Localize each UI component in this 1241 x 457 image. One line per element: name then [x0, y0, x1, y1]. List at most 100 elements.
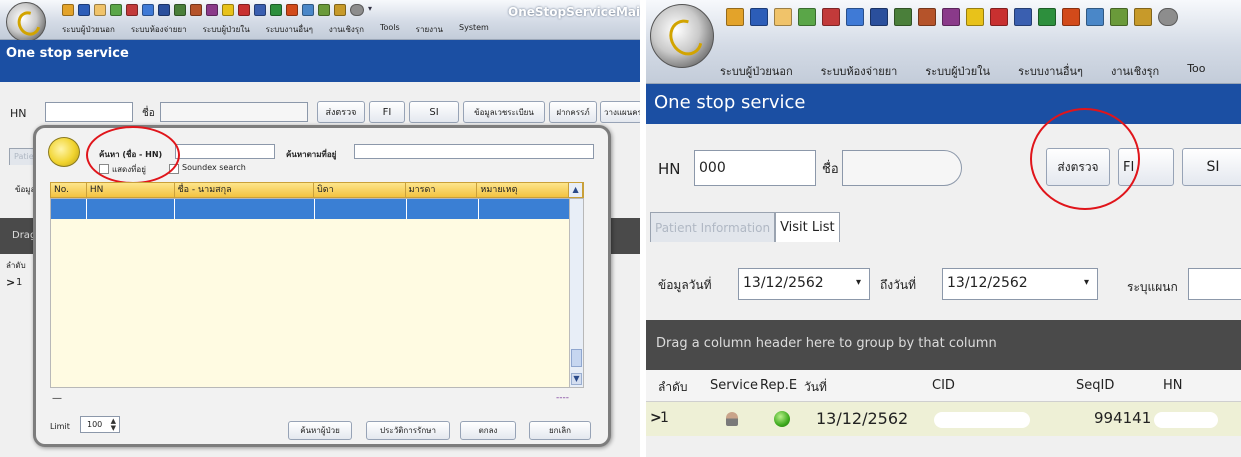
tool-icon[interactable] [62, 4, 74, 16]
chevron-down-icon[interactable]: ▾ [368, 4, 376, 16]
tool-icon[interactable] [1038, 8, 1056, 26]
column-header-mother[interactable]: มารดา [406, 183, 478, 197]
tool-icon[interactable] [222, 4, 234, 16]
stepper-arrows-icon[interactable]: ▲ ▼ [111, 418, 116, 432]
menu-item[interactable]: งานเชิงรุก [329, 23, 364, 36]
tool-icon[interactable] [942, 8, 960, 26]
menu-item[interactable]: ระบบห้องจ่ายยา [821, 62, 898, 80]
menu-item[interactable]: รายงาน [416, 23, 443, 36]
si-button[interactable]: SI [1182, 148, 1241, 186]
tool-icon[interactable] [774, 8, 792, 26]
tool-icon[interactable] [174, 4, 186, 16]
menu-item[interactable]: ระบบผู้ป่วยใน [203, 23, 250, 36]
menu-item[interactable]: System [459, 23, 489, 36]
tool-icon[interactable] [302, 4, 314, 16]
column-header-rep-e[interactable]: Rep.E [760, 378, 797, 393]
tool-icon[interactable] [726, 8, 744, 26]
tool-icon[interactable] [750, 8, 768, 26]
cancel-button[interactable]: ยกเลิก [529, 421, 591, 440]
column-header-seqid[interactable]: SeqID [1076, 378, 1114, 393]
menu-item[interactable]: Too [1187, 62, 1205, 80]
antenatal-button[interactable]: ฝากครรภ์ [549, 101, 597, 123]
tool-icon[interactable] [78, 4, 90, 16]
vertical-scrollbar[interactable]: ▼ [569, 199, 583, 387]
tool-icon[interactable] [870, 8, 888, 26]
send-exam-button[interactable]: ส่งตรวจ [317, 101, 365, 123]
tool-icon[interactable] [846, 8, 864, 26]
row-number[interactable]: 1 [16, 277, 22, 288]
show-address-checkbox[interactable] [99, 164, 109, 174]
tool-icon[interactable] [990, 8, 1008, 26]
ok-button[interactable]: ตกลง [460, 421, 516, 440]
chevron-down-icon[interactable]: ▾ [856, 277, 861, 288]
tool-icon[interactable] [190, 4, 202, 16]
column-header-hn[interactable]: HN [1163, 378, 1183, 393]
department-select[interactable] [1188, 268, 1241, 300]
column-header-order[interactable]: ลำดับ [658, 378, 688, 397]
name-field[interactable] [160, 102, 308, 122]
tool-icon[interactable] [126, 4, 138, 16]
send-exam-button[interactable]: ส่งตรวจ [1046, 148, 1110, 186]
table-row[interactable]: > 1 13/12/2562 994141 [646, 402, 1241, 436]
tool-icon[interactable] [142, 4, 154, 16]
search-name-hn-input[interactable] [175, 144, 275, 159]
tool-icon[interactable] [334, 4, 346, 16]
home-icon[interactable] [1062, 8, 1080, 26]
tool-icon[interactable] [110, 4, 122, 16]
column-header-remark[interactable]: หมายเหตุ [477, 183, 570, 197]
menu-item[interactable]: ระบบงานอื่นๆ [1018, 62, 1083, 80]
column-header-fullname[interactable]: ชื่อ - นามสกุล [175, 183, 315, 197]
tool-icon[interactable] [1014, 8, 1032, 26]
home-icon[interactable] [286, 4, 298, 16]
tool-icon[interactable] [918, 8, 936, 26]
tool-icon[interactable] [270, 4, 282, 16]
limit-stepper[interactable]: 100 ▲ ▼ [80, 416, 120, 433]
table-row[interactable] [51, 199, 571, 219]
fi-button[interactable]: FI [369, 101, 405, 123]
column-header-date[interactable]: วันที่ [804, 378, 827, 397]
chevron-down-icon[interactable]: ▾ [1084, 277, 1089, 288]
tool-icon[interactable] [238, 4, 250, 16]
tool-icon[interactable] [94, 4, 106, 16]
hn-field[interactable] [45, 102, 133, 122]
address-search-input[interactable] [354, 144, 594, 159]
tool-icon[interactable] [206, 4, 218, 16]
column-header-service[interactable]: Service [710, 378, 758, 393]
scroll-up-icon[interactable]: ▲ [569, 183, 584, 197]
menu-item[interactable]: ระบบห้องจ่ายยา [131, 23, 187, 36]
tool-icon[interactable] [1086, 8, 1104, 26]
menu-item[interactable]: ระบบงานอื่นๆ [266, 23, 313, 36]
tab-visit-list[interactable]: Visit List [775, 212, 840, 242]
name-field[interactable] [842, 150, 962, 186]
tool-icon[interactable] [1110, 8, 1128, 26]
fi-button[interactable]: FI [1118, 148, 1174, 186]
soundex-checkbox[interactable] [169, 164, 179, 174]
menu-item[interactable]: ระบบผู้ป่วยนอก [62, 23, 115, 36]
planning-button[interactable]: วางแผนคร [600, 101, 640, 123]
tool-icon[interactable] [894, 8, 912, 26]
hn-field[interactable]: 000 [694, 150, 816, 186]
column-header-hn[interactable]: HN [87, 183, 175, 197]
si-button[interactable]: SI [409, 101, 459, 123]
treatment-history-button[interactable]: ประวัติการรักษา [366, 421, 450, 440]
tool-icon[interactable] [350, 4, 364, 16]
menu-item[interactable]: ระบบผู้ป่วยนอก [720, 62, 793, 80]
column-header-father[interactable]: บิดา [314, 183, 406, 197]
menu-item[interactable]: Tools [380, 23, 400, 36]
to-date-picker[interactable]: 13/12/2562 ▾ [942, 268, 1098, 300]
menu-item[interactable]: ระบบผู้ป่วยใน [925, 62, 990, 80]
medical-record-button[interactable]: ข้อมูลเวชระเบียน [463, 101, 545, 123]
scroll-down-icon[interactable]: ▼ [571, 373, 582, 385]
menu-item[interactable]: งานเชิงรุก [1111, 62, 1159, 80]
tab-patient-information[interactable]: Patient Information [650, 212, 776, 242]
column-header-no[interactable]: No. [51, 183, 87, 197]
tool-icon[interactable] [254, 4, 266, 16]
scrollbar-thumb[interactable] [571, 349, 582, 367]
search-patient-button[interactable]: ค้นหาผู้ป่วย [288, 421, 352, 440]
tool-icon[interactable] [1158, 8, 1178, 26]
tool-icon[interactable] [1134, 8, 1152, 26]
column-header-cid[interactable]: CID [932, 378, 955, 393]
tool-icon[interactable] [798, 8, 816, 26]
tool-icon[interactable] [966, 8, 984, 26]
from-date-picker[interactable]: 13/12/2562 ▾ [738, 268, 870, 300]
